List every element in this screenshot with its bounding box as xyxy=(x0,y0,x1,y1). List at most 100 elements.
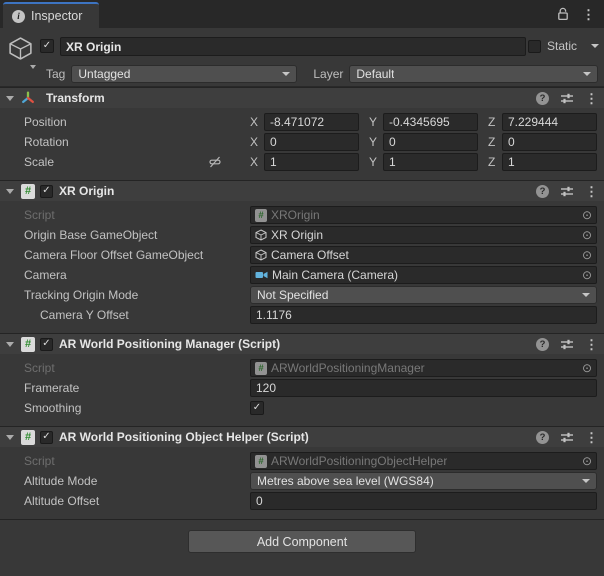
camera-object-field[interactable]: Main Camera (Camera) ⊙ xyxy=(250,266,597,284)
info-icon: i xyxy=(12,9,25,23)
altitude-offset-field[interactable] xyxy=(250,492,597,510)
property-row-framerate: Framerate xyxy=(0,378,597,398)
script-object-field[interactable]: # ARWorldPositioningManager ⊙ xyxy=(250,359,597,377)
axis-y-label: Y xyxy=(369,135,378,149)
object-picker-icon[interactable]: ⊙ xyxy=(582,209,592,221)
tracking-origin-mode-dropdown[interactable]: Not Specified xyxy=(250,286,597,304)
script-object-field[interactable]: # ARWorldPositioningObjectHelper ⊙ xyxy=(250,452,597,470)
kebab-menu-icon[interactable]: ⋮ xyxy=(585,431,598,444)
property-label: Script xyxy=(24,361,55,375)
property-label: Framerate xyxy=(24,381,80,395)
property-row-position: Position X Y Z xyxy=(0,112,597,132)
scale-z-field[interactable] xyxy=(502,153,597,171)
kebab-menu-icon[interactable]: ⋮ xyxy=(585,92,598,105)
foldout-arrow-icon[interactable] xyxy=(6,341,14,347)
unlinked-scale-icon[interactable] xyxy=(208,155,222,169)
component-header-wpm[interactable]: # ✓ AR World Positioning Manager (Script… xyxy=(0,334,604,354)
inspector-footer: Add Component xyxy=(0,519,604,575)
script-icon: # xyxy=(255,361,267,375)
component-header-wpoh[interactable]: # ✓ AR World Positioning Object Helper (… xyxy=(0,427,604,447)
property-label: Origin Base GameObject xyxy=(24,228,158,242)
script-icon: # xyxy=(21,183,35,199)
gameobject-header: ✓ Static Tag Untagged Layer Default xyxy=(0,28,604,87)
presets-icon[interactable] xyxy=(560,186,574,197)
gameobject-active-checkbox[interactable]: ✓ xyxy=(40,39,54,53)
gameobject-icon-dropdown-arrow[interactable] xyxy=(30,65,36,69)
static-dropdown-arrow[interactable] xyxy=(591,44,599,48)
altitude-mode-dropdown[interactable]: Metres above sea level (WGS84) xyxy=(250,472,597,490)
property-row-altitude-offset: Altitude Offset xyxy=(0,491,597,511)
property-label: Rotation xyxy=(24,135,69,149)
property-row-camera-floor-offset: Camera Floor Offset GameObject Camera Of… xyxy=(0,245,597,265)
presets-icon[interactable] xyxy=(560,339,574,350)
object-picker-icon[interactable]: ⊙ xyxy=(582,269,592,281)
component-header-xr-origin[interactable]: # ✓ XR Origin ? ⋮ xyxy=(0,181,604,201)
smoothing-checkbox[interactable]: ✓ xyxy=(250,401,264,415)
rotation-z-field[interactable] xyxy=(502,133,597,151)
object-picker-icon[interactable]: ⊙ xyxy=(582,455,592,467)
foldout-arrow-icon[interactable] xyxy=(6,434,14,440)
rotation-x-field[interactable] xyxy=(264,133,359,151)
presets-icon[interactable] xyxy=(560,93,574,104)
object-picker-icon[interactable]: ⊙ xyxy=(582,249,592,261)
gameobject-cube-icon xyxy=(255,249,267,261)
component-enabled-checkbox[interactable]: ✓ xyxy=(40,430,53,444)
camera-floor-offset-object-field[interactable]: Camera Offset ⊙ xyxy=(250,246,597,264)
component-title: AR World Positioning Manager (Script) xyxy=(59,337,281,351)
origin-base-object-field[interactable]: XR Origin ⊙ xyxy=(250,226,597,244)
object-picker-icon[interactable]: ⊙ xyxy=(582,362,592,374)
gameobject-name-input[interactable] xyxy=(60,37,526,56)
property-row-camera: Camera Main Camera (Camera) ⊙ xyxy=(0,265,597,285)
camera-y-offset-field[interactable] xyxy=(250,306,597,324)
axis-x-label: X xyxy=(250,155,259,169)
lock-icon[interactable] xyxy=(557,7,569,21)
tag-dropdown[interactable]: Untagged xyxy=(71,65,298,83)
foldout-arrow-icon[interactable] xyxy=(6,95,14,101)
foldout-arrow-icon[interactable] xyxy=(6,188,14,194)
property-label: Altitude Offset xyxy=(24,494,100,508)
framerate-field[interactable] xyxy=(250,379,597,397)
axis-x-label: X xyxy=(250,135,259,149)
gameobject-cube-icon xyxy=(255,229,267,241)
component-enabled-checkbox[interactable]: ✓ xyxy=(40,184,53,198)
component-transform: Transform ? ⋮ Position X Y Z Ro xyxy=(0,87,604,180)
script-object-field[interactable]: # XROrigin ⊙ xyxy=(250,206,597,224)
presets-icon[interactable] xyxy=(560,432,574,443)
help-icon[interactable]: ? xyxy=(536,91,549,105)
kebab-menu-icon[interactable]: ⋮ xyxy=(585,185,598,198)
scale-y-field[interactable] xyxy=(383,153,478,171)
position-y-field[interactable] xyxy=(383,113,478,131)
property-label: Camera xyxy=(24,268,67,282)
component-enabled-checkbox[interactable]: ✓ xyxy=(40,337,53,351)
layer-dropdown[interactable]: Default xyxy=(349,65,598,83)
kebab-menu-icon[interactable]: ⋮ xyxy=(582,8,595,21)
property-label: Position xyxy=(24,115,67,129)
help-icon[interactable]: ? xyxy=(536,337,549,351)
scale-x-field[interactable] xyxy=(264,153,359,171)
component-ar-world-positioning-object-helper: # ✓ AR World Positioning Object Helper (… xyxy=(0,426,604,519)
property-row-camera-y-offset: Camera Y Offset xyxy=(0,305,597,325)
property-row-rotation: Rotation X Y Z xyxy=(0,132,597,152)
static-checkbox[interactable] xyxy=(527,39,541,53)
rotation-y-field[interactable] xyxy=(383,133,478,151)
help-icon[interactable]: ? xyxy=(536,184,549,198)
position-x-field[interactable] xyxy=(264,113,359,131)
object-picker-icon[interactable]: ⊙ xyxy=(582,229,592,241)
tab-inspector[interactable]: i Inspector xyxy=(3,2,99,28)
property-row-script: Script # XROrigin ⊙ xyxy=(0,205,597,225)
position-z-field[interactable] xyxy=(502,113,597,131)
camera-icon xyxy=(255,271,268,279)
axis-z-label: Z xyxy=(488,115,496,129)
property-row-smoothing: Smoothing ✓ xyxy=(0,398,597,418)
chevron-down-icon xyxy=(582,293,590,297)
property-row-altitude-mode: Altitude Mode Metres above sea level (WG… xyxy=(0,471,597,491)
help-icon[interactable]: ? xyxy=(536,430,549,444)
component-header-transform[interactable]: Transform ? ⋮ xyxy=(0,88,604,108)
property-label: Camera Floor Offset GameObject xyxy=(24,248,204,262)
property-row-script: Script # ARWorldPositioningObjectHelper … xyxy=(0,451,597,471)
layer-label: Layer xyxy=(313,67,344,81)
script-icon: # xyxy=(255,454,267,468)
kebab-menu-icon[interactable]: ⋮ xyxy=(585,338,598,351)
add-component-button[interactable]: Add Component xyxy=(188,530,416,553)
gameobject-cube-icon[interactable] xyxy=(7,35,34,65)
